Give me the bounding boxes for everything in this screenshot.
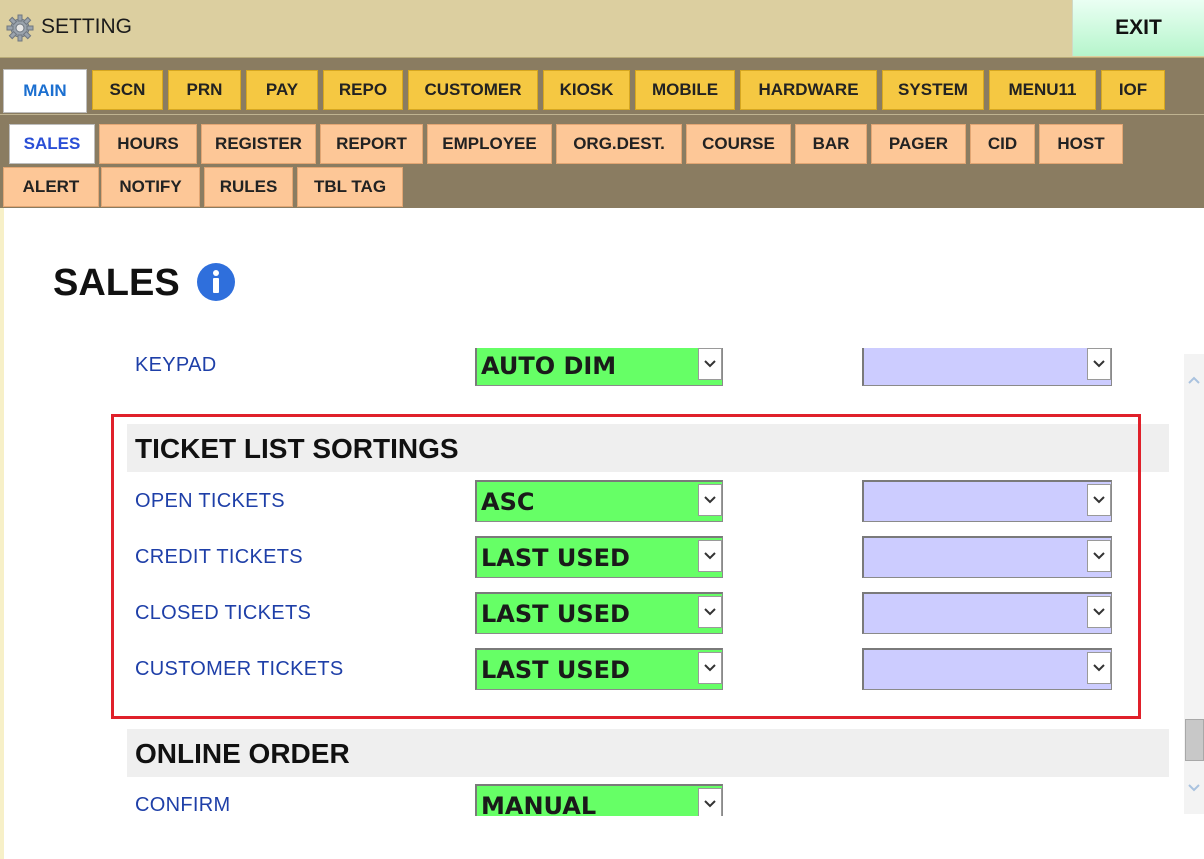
scroll-up-icon[interactable]	[1186, 372, 1202, 388]
tab-kiosk[interactable]: KIOSK	[543, 70, 630, 110]
tab-course[interactable]: COURSE	[686, 124, 791, 164]
tab-tbl-tag[interactable]: TBL TAG	[297, 167, 403, 207]
chevron-down-icon[interactable]	[698, 788, 722, 816]
keypad-label: KEYPAD	[135, 354, 217, 376]
tab-prn[interactable]: PRN	[168, 70, 241, 110]
tab-notify[interactable]: NOTIFY	[101, 167, 200, 207]
tab-system[interactable]: SYSTEM	[882, 70, 984, 110]
exit-button[interactable]: EXIT	[1072, 0, 1204, 56]
tab-sales[interactable]: SALES	[9, 124, 95, 164]
online-order-header: ONLINE ORDER	[127, 729, 1169, 777]
sub-tab-bar: SALES HOURS REGISTER REPORT EMPLOYEE ORG…	[0, 114, 1204, 209]
title-bar: SETTING EXIT	[0, 0, 1204, 58]
scrollbar-thumb[interactable]	[1185, 719, 1204, 761]
info-icon[interactable]	[196, 262, 236, 302]
chevron-down-icon[interactable]	[698, 348, 722, 380]
section-title: ONLINE ORDER	[135, 738, 350, 769]
tab-org-dest[interactable]: ORG.DEST.	[556, 124, 682, 164]
scroll-down-icon[interactable]	[1186, 780, 1202, 796]
tab-register[interactable]: REGISTER	[201, 124, 316, 164]
tab-employee[interactable]: EMPLOYEE	[427, 124, 552, 164]
confirm-value: MANUAL	[481, 792, 597, 816]
tab-rules[interactable]: RULES	[204, 167, 293, 207]
tab-cid[interactable]: CID	[970, 124, 1035, 164]
tab-pager[interactable]: PAGER	[871, 124, 966, 164]
tab-iof[interactable]: IOF	[1101, 70, 1165, 110]
tab-bar[interactable]: BAR	[795, 124, 867, 164]
tab-customer[interactable]: CUSTOMER	[408, 70, 538, 110]
keypad-value: AUTO DIM	[481, 352, 617, 380]
chevron-down-icon[interactable]	[1087, 348, 1111, 380]
keypad-select[interactable]: AUTO DIM	[475, 348, 723, 386]
page-title: SALES	[53, 262, 180, 304]
main-tab-bar: MAIN SCN PRN PAY REPO CUSTOMER KIOSK MOB…	[0, 58, 1204, 114]
tab-pay[interactable]: PAY	[246, 70, 318, 110]
tab-report[interactable]: REPORT	[320, 124, 423, 164]
tab-menu11[interactable]: MENU11	[989, 70, 1096, 110]
tab-host[interactable]: HOST	[1039, 124, 1123, 164]
confirm-label: CONFIRM	[135, 794, 231, 816]
keypad-secondary-select[interactable]	[862, 348, 1112, 386]
gear-icon	[6, 14, 34, 42]
highlight-box	[111, 414, 1141, 719]
confirm-select[interactable]: MANUAL	[475, 784, 723, 816]
window-title: SETTING	[41, 15, 133, 38]
tab-repo[interactable]: REPO	[323, 70, 403, 110]
tab-hours[interactable]: HOURS	[99, 124, 197, 164]
tab-scn[interactable]: SCN	[92, 70, 163, 110]
tab-alert[interactable]: ALERT	[3, 167, 99, 207]
tab-hardware[interactable]: HARDWARE	[740, 70, 877, 110]
tab-mobile[interactable]: MOBILE	[635, 70, 735, 110]
tab-main[interactable]: MAIN	[3, 69, 87, 113]
